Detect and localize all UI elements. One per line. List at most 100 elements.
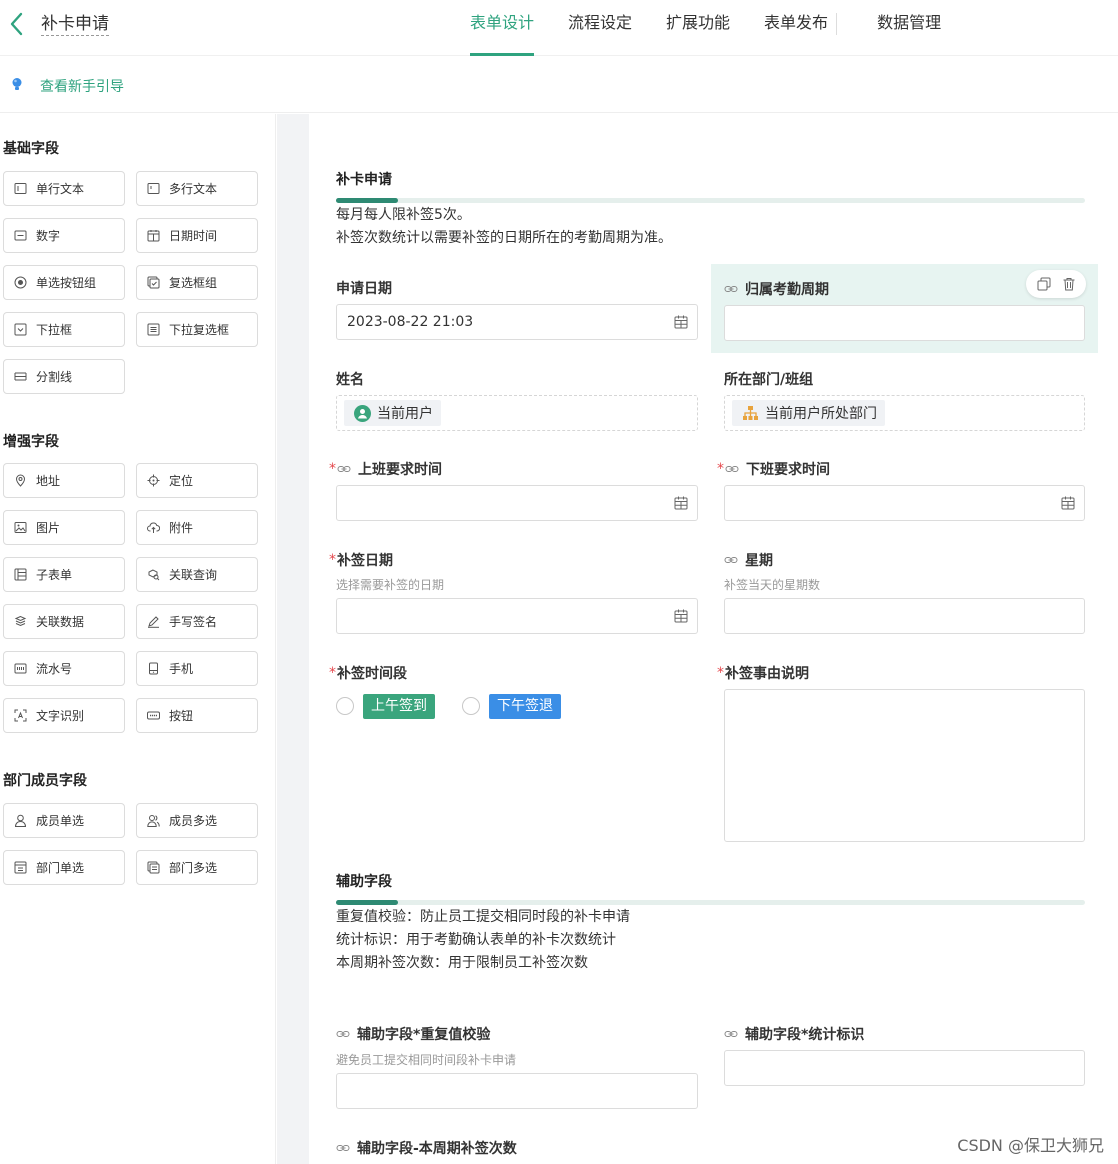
link-icon xyxy=(724,1031,738,1037)
reason-textarea[interactable] xyxy=(724,689,1085,842)
field-label: 部门多选 xyxy=(169,861,218,875)
field-label: 成员多选 xyxy=(169,814,218,828)
field-button[interactable]: 按钮 xyxy=(136,698,258,733)
field-label: 单行文本 xyxy=(36,182,85,196)
field-mobile[interactable]: 手机 xyxy=(136,651,258,686)
number-icon xyxy=(14,230,27,241)
lightbulb-icon xyxy=(12,78,22,90)
back-arrow-icon[interactable] xyxy=(6,10,28,38)
radio-icon xyxy=(14,276,27,289)
watermark: CSDN @保卫大狮兄 xyxy=(957,1136,1104,1155)
current-user-chip: 当前用户 xyxy=(344,400,441,426)
aux-dup-label: 辅助字段*重复值校验 xyxy=(336,1024,490,1044)
field-image[interactable]: 图片 xyxy=(3,510,125,545)
field-multi-line-text[interactable]: 多行文本 xyxy=(136,171,258,206)
multi-line-text-icon xyxy=(147,183,160,194)
tab-extensions[interactable]: 扩展功能 xyxy=(666,0,730,56)
field-related-data[interactable]: 关联数据 xyxy=(3,604,125,639)
field-member-multi[interactable]: 成员多选 xyxy=(136,803,258,838)
reason-label: * 补签事由说明 xyxy=(717,665,809,682)
top-bar: 补卡申请 表单设计 流程设定 扩展功能 表单发布 数据管理 xyxy=(0,0,1118,56)
aux-stat-input[interactable] xyxy=(724,1050,1085,1086)
single-line-text-icon xyxy=(14,183,27,194)
user-icon xyxy=(14,814,27,827)
desc-line: 补签次数统计以需要补签的日期所在的考勤周期为准。 xyxy=(336,230,672,246)
radio-afternoon[interactable] xyxy=(462,697,480,715)
field-label: 部门单选 xyxy=(36,861,85,875)
tab-form-publish[interactable]: 表单发布 xyxy=(764,0,828,56)
option-afternoon-tag[interactable]: 下午签退 xyxy=(489,694,561,719)
multi-dropdown-icon xyxy=(147,323,160,336)
tab-process-setting[interactable]: 流程设定 xyxy=(568,0,632,56)
start-time-input[interactable] xyxy=(336,485,698,521)
period-input[interactable] xyxy=(724,305,1085,341)
field-number[interactable]: 数字 xyxy=(3,218,125,253)
aux-stat-label: 辅助字段*统计标识 xyxy=(724,1024,864,1044)
dept-field[interactable]: 当前用户所处部门 xyxy=(724,395,1085,431)
desc-line: 本周期补签次数：用于限制员工补签次数 xyxy=(336,955,588,971)
field-subform[interactable]: 子表单 xyxy=(3,557,125,592)
field-attachment[interactable]: 附件 xyxy=(136,510,258,545)
canvas-gutter xyxy=(277,114,309,1164)
aux-dup-input[interactable] xyxy=(336,1073,698,1109)
sign-date-input[interactable] xyxy=(336,598,698,634)
field-dept-single[interactable]: 部门单选 xyxy=(3,850,125,885)
apply-date-label: 申请日期 xyxy=(336,281,392,297)
field-related-query[interactable]: 关联查询 xyxy=(136,557,258,592)
field-checkbox-group[interactable]: 复选框组 xyxy=(136,265,258,300)
calendar-icon xyxy=(147,230,160,242)
end-time-label: * 下班要求时间 xyxy=(717,461,830,478)
apply-date-value: 2023-08-22 21:03 xyxy=(347,314,474,330)
field-label: 图片 xyxy=(36,521,61,535)
tab-data-management[interactable]: 数据管理 xyxy=(877,0,941,56)
name-field[interactable]: 当前用户 xyxy=(336,395,698,431)
copy-icon[interactable] xyxy=(1037,277,1051,291)
end-time-input[interactable] xyxy=(724,485,1085,521)
desc-line: 重复值校验：防止员工提交相同时段的补卡申请 xyxy=(336,909,630,925)
users-icon xyxy=(147,815,160,827)
field-member-single[interactable]: 成员单选 xyxy=(3,803,125,838)
weekday-hint: 补签当天的星期数 xyxy=(724,578,821,592)
field-ocr[interactable]: 文字识别 xyxy=(3,698,125,733)
name-label: 姓名 xyxy=(336,372,364,388)
tab-form-design[interactable]: 表单设计 xyxy=(470,0,535,56)
field-serial-number[interactable]: 流水号 xyxy=(3,651,125,686)
field-label: 关联查询 xyxy=(169,568,218,582)
radio-morning[interactable] xyxy=(336,697,354,715)
selected-field-period[interactable]: 归属考勤周期 xyxy=(711,264,1098,353)
app-title[interactable]: 补卡申请 xyxy=(41,13,109,36)
field-location[interactable]: 定位 xyxy=(136,463,258,498)
field-label: 地址 xyxy=(36,474,61,488)
button-icon xyxy=(147,711,160,720)
field-datetime[interactable]: 日期时间 xyxy=(136,218,258,253)
field-palette: 基础字段 单行文本 多行文本 数字 日期时间 单选按钮组 复选框组 下拉框 下拉… xyxy=(0,114,276,1164)
field-dropdown[interactable]: 下拉框 xyxy=(3,312,125,347)
checkbox-group-icon xyxy=(147,276,160,289)
related-data-icon xyxy=(14,615,27,627)
option-morning-tag[interactable]: 上午签到 xyxy=(363,694,435,719)
link-icon xyxy=(337,466,351,472)
field-dept-multi[interactable]: 部门多选 xyxy=(136,850,258,885)
field-address[interactable]: 地址 xyxy=(3,463,125,498)
apply-date-input[interactable]: 2023-08-22 21:03 xyxy=(336,304,698,340)
weekday-input[interactable] xyxy=(724,598,1085,634)
field-radio-group[interactable]: 单选按钮组 xyxy=(3,265,125,300)
guide-link[interactable]: 查看新手引导 xyxy=(40,76,124,96)
field-single-line-text[interactable]: 单行文本 xyxy=(3,171,125,206)
dept-label: 所在部门/班组 xyxy=(724,372,814,388)
main-tabs: 表单设计 流程设定 扩展功能 表单发布 数据管理 xyxy=(470,0,975,56)
link-icon xyxy=(724,557,738,563)
link-icon xyxy=(336,1145,350,1151)
period-label: 归属考勤周期 xyxy=(724,279,829,299)
field-divider[interactable]: 分割线 xyxy=(3,359,125,394)
aux-count-label: 辅助字段-本周期补签次数 xyxy=(336,1138,517,1158)
sign-date-hint: 选择需要补签的日期 xyxy=(336,578,445,592)
link-icon xyxy=(724,286,738,292)
field-label: 复选框组 xyxy=(169,276,218,290)
field-multi-dropdown[interactable]: 下拉复选框 xyxy=(136,312,258,347)
field-signature[interactable]: 手写签名 xyxy=(136,604,258,639)
trash-icon[interactable] xyxy=(1062,277,1076,291)
calendar-icon xyxy=(674,609,688,623)
departments-icon xyxy=(147,861,160,874)
enhanced-fields-title: 增强字段 xyxy=(3,434,59,450)
